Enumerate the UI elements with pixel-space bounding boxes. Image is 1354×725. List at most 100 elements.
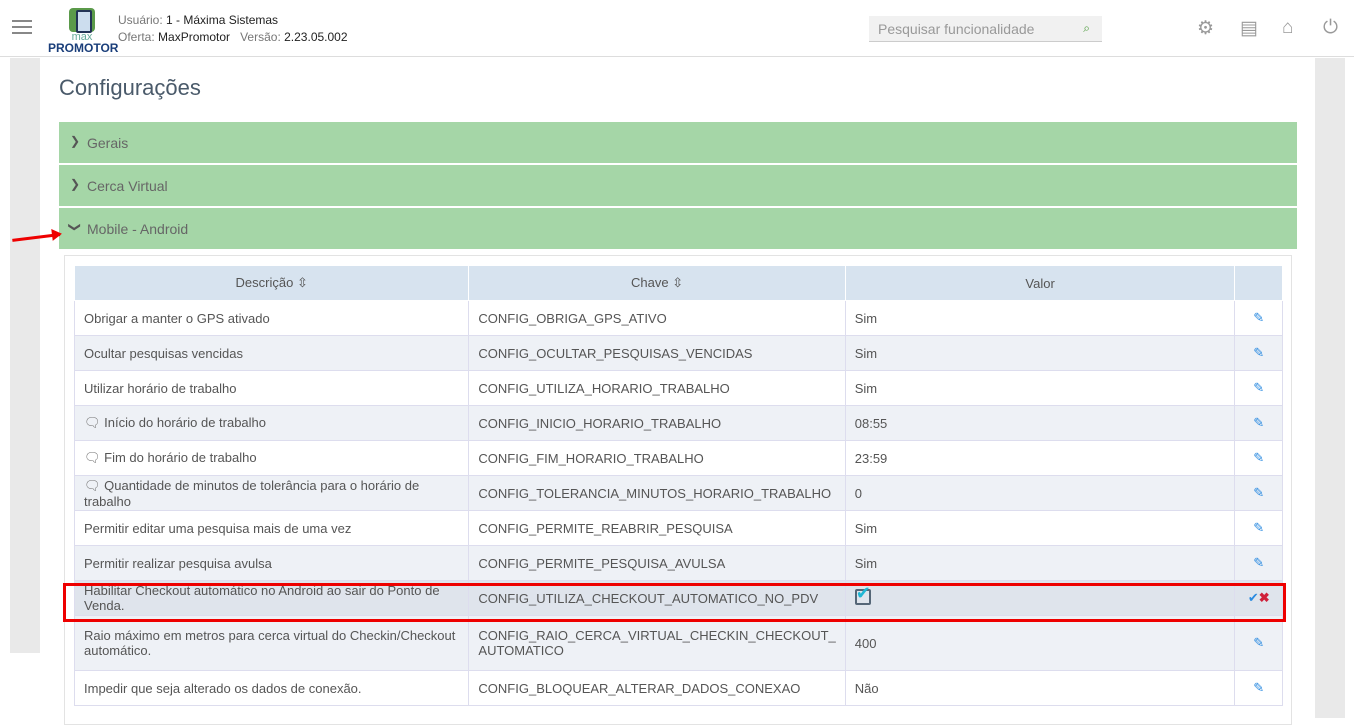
page-title: Configurações [59, 75, 201, 100]
logo[interactable]: max PROMOTOR [48, 8, 119, 55]
description-text: Obrigar a manter o GPS ativado [84, 310, 270, 326]
chevron-down-icon: ❯ [68, 221, 83, 233]
value-cell[interactable] [844, 580, 1236, 616]
value-text: 400 [854, 635, 877, 651]
value-text: Sim [854, 520, 878, 536]
edit-pencil-icon[interactable]: ✎ [1253, 415, 1264, 430]
value-text: 08:55 [854, 415, 888, 431]
comment-icon: 🗨︎ [84, 477, 105, 493]
value-cell: Sim [844, 545, 1236, 581]
value-checkbox[interactable] [854, 583, 871, 605]
edit-pencil-icon[interactable]: ✎ [1253, 680, 1264, 695]
table-row: Ocultar pesquisas vencidas CONFIG_OCULTA… [73, 335, 1283, 371]
sort-icon: ⇳ [672, 275, 684, 290]
description-cell: Utilizar horário de trabalho [73, 370, 470, 406]
confirm-icon[interactable]: ✔ [1248, 590, 1259, 605]
accordion-label: Mobile - Android [87, 221, 189, 237]
value-text: Sim [854, 345, 878, 361]
table-row: 🗨︎ Quantidade de minutos de tolerância p… [73, 475, 1283, 511]
header-label: Descrição [235, 275, 294, 290]
description-cell: Permitir editar uma pesquisa mais de uma… [73, 510, 470, 546]
value-cell: 400 [844, 615, 1236, 671]
actions-cell: ✎ [1234, 670, 1283, 706]
actions-cell: ✎ [1234, 615, 1283, 671]
key-cell: CONFIG_FIM_HORARIO_TRABALHO [468, 440, 846, 476]
accordion-gerais[interactable]: ❯ Gerais [59, 122, 1297, 164]
key-cell: CONFIG_UTILIZA_HORARIO_TRABALHO [468, 370, 846, 406]
table-row: Raio máximo em metros para cerca virtual… [73, 615, 1283, 671]
table-row: Impedir que seja alterado os dados de co… [73, 670, 1283, 706]
home-icon[interactable]: ⌂ [1282, 17, 1293, 39]
actions-cell: ✎ [1234, 440, 1283, 476]
key-cell: CONFIG_OCULTAR_PESQUISAS_VENCIDAS [468, 335, 846, 371]
description-cell: 🗨︎ Início do horário de trabalho [73, 405, 470, 441]
edit-pencil-icon[interactable]: ✎ [1253, 450, 1264, 465]
edit-pencil-icon[interactable]: ✎ [1253, 520, 1264, 535]
value-cell: Sim [844, 335, 1236, 371]
actions-cell: ✎ [1234, 545, 1283, 581]
edit-pencil-icon[interactable]: ✎ [1253, 635, 1264, 650]
column-header-descricao[interactable]: Descrição ⇳ [73, 265, 470, 301]
column-header-valor: Valor [844, 265, 1236, 301]
value-cell: 23:59 [844, 440, 1236, 476]
edit-pencil-icon[interactable]: ✎ [1253, 555, 1264, 570]
actions-cell: ✎ [1234, 510, 1283, 546]
description-text: Quantidade de minutos de tolerância para… [84, 477, 420, 509]
comment-icon: 🗨︎ [84, 415, 105, 430]
actions-cell: ✎ [1234, 300, 1283, 336]
description-text: Permitir editar uma pesquisa mais de uma… [84, 520, 352, 536]
value-text: Sim [854, 555, 878, 571]
description-text: Início do horário de trabalho [104, 415, 267, 430]
key-cell: CONFIG_PERMITE_REABRIR_PESQUISA [468, 510, 846, 546]
table-row: 🗨︎ Início do horário de trabalho CONFIG_… [73, 405, 1283, 441]
value-cell: Sim [844, 300, 1236, 336]
value-text: Sim [854, 310, 878, 326]
value-cell: Não [844, 670, 1236, 706]
description-cell: Ocultar pesquisas vencidas [73, 335, 470, 371]
table-row: Obrigar a manter o GPS ativado CONFIG_OB… [73, 300, 1283, 336]
edit-pencil-icon[interactable]: ✎ [1253, 310, 1264, 325]
hamburger-menu-icon[interactable] [12, 20, 32, 38]
actions-cell: ✎ [1234, 475, 1283, 511]
accordion-cerca-virtual[interactable]: ❯ Cerca Virtual [59, 165, 1297, 207]
accordion-label: Cerca Virtual [87, 178, 168, 194]
document-icon[interactable]: ▤ [1240, 17, 1258, 40]
description-text: Ocultar pesquisas vencidas [84, 345, 243, 361]
search-icon[interactable]: ⌕ [1083, 21, 1090, 36]
actions-cell: ✎ [1234, 370, 1283, 406]
column-header-actions [1234, 265, 1283, 301]
description-text: Permitir realizar pesquisa avulsa [84, 555, 272, 571]
top-header: max PROMOTOR Usuário: 1 - Máxima Sistemas… [0, 0, 1354, 57]
key-cell: CONFIG_TOLERANCIA_MINUTOS_HORARIO_TRABAL… [468, 475, 846, 511]
edit-pencil-icon[interactable]: ✎ [1253, 485, 1264, 500]
description-text: Raio máximo em metros para cerca virtual… [84, 628, 456, 658]
cancel-icon[interactable]: ✖ [1259, 590, 1270, 605]
power-icon[interactable]: ⏻ [1323, 17, 1338, 39]
actions-cell: ✎ [1234, 335, 1283, 371]
header-label: Chave [631, 275, 669, 290]
description-text: Habilitar Checkout automático no Android… [84, 583, 440, 613]
value-text: 0 [854, 485, 862, 501]
table-row: Permitir editar uma pesquisa mais de uma… [73, 510, 1283, 546]
logo-text-bottom: PROMOTOR [48, 41, 119, 55]
offer-label: Oferta: [118, 30, 155, 44]
edit-pencil-icon[interactable]: ✎ [1253, 380, 1264, 395]
description-text: Impedir que seja alterado os dados de co… [84, 680, 362, 696]
description-text: Fim do horário de trabalho [104, 450, 257, 465]
value-text: 23:59 [854, 450, 888, 466]
gears-icon[interactable]: ⚙ [1197, 17, 1214, 40]
accordion-label: Gerais [87, 135, 129, 151]
value-text: Não [854, 680, 879, 696]
search-input[interactable]: Pesquisar funcionalidade ⌕ [869, 16, 1102, 42]
column-header-chave[interactable]: Chave ⇳ [468, 265, 846, 301]
accordion-mobile-android[interactable]: ❯ Mobile - Android [59, 208, 1297, 250]
key-cell: CONFIG_INICIO_HORARIO_TRABALHO [468, 405, 846, 441]
actions-cell: ✎ [1234, 405, 1283, 441]
value-cell: 0 [844, 475, 1236, 511]
comment-icon: 🗨︎ [84, 450, 105, 465]
chevron-right-icon: ❯ [70, 177, 81, 191]
edit-pencil-icon[interactable]: ✎ [1253, 345, 1264, 360]
description-cell: Habilitar Checkout automático no Android… [73, 580, 470, 616]
right-scrollbar[interactable] [1315, 58, 1345, 718]
key-cell: CONFIG_OBRIGA_GPS_ATIVO [468, 300, 846, 336]
